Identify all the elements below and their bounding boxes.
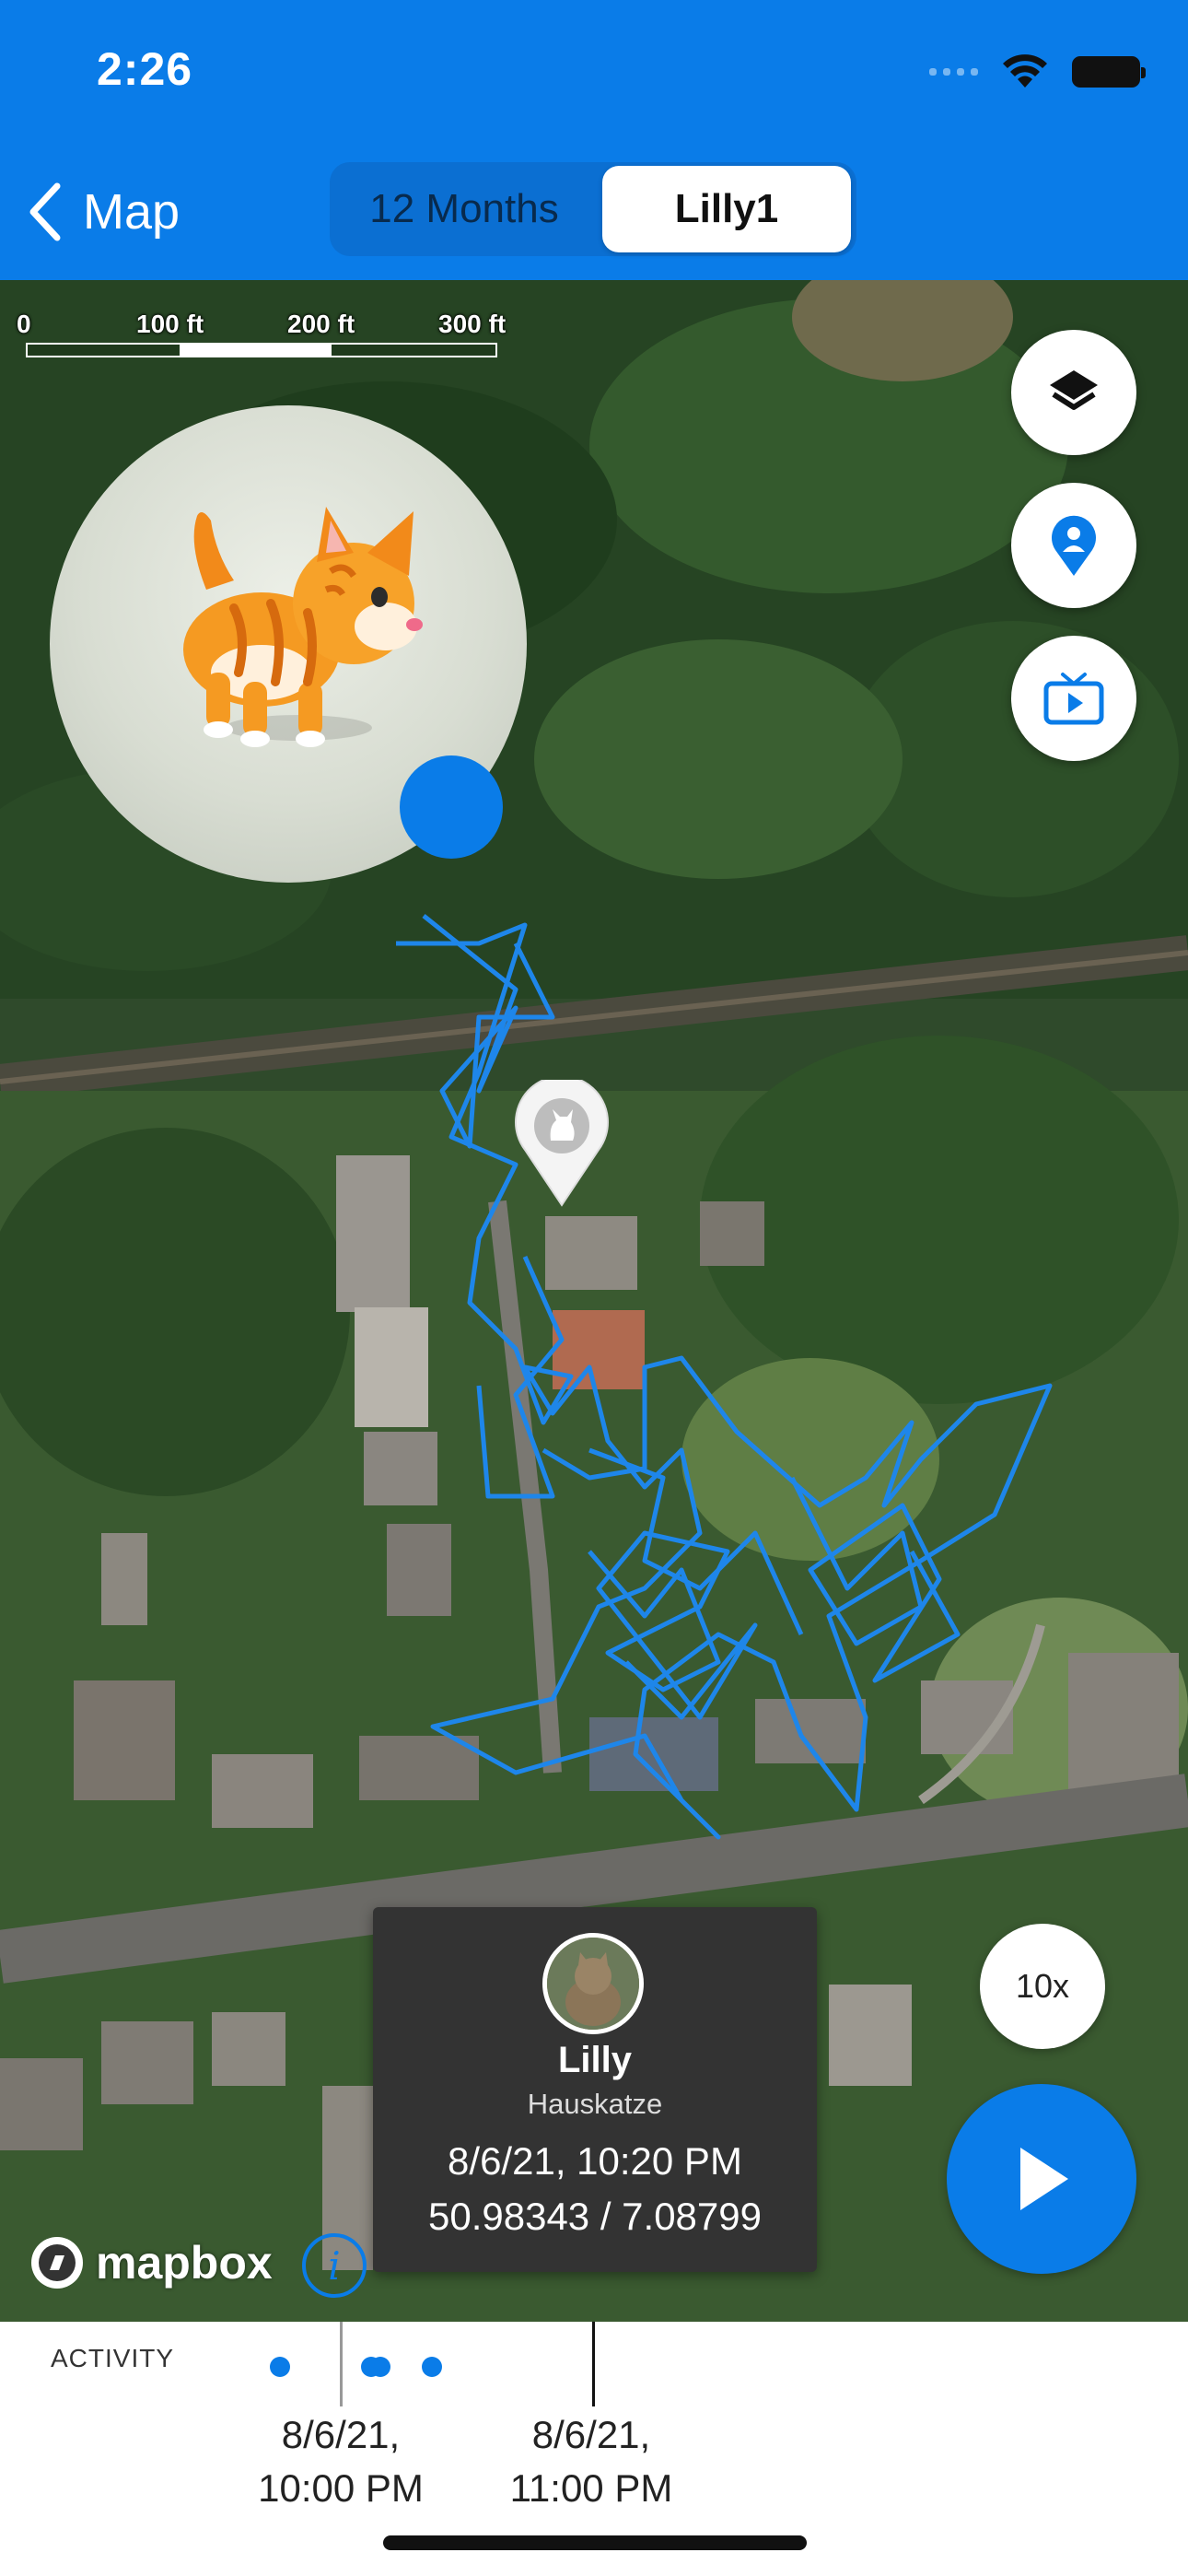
- tick-label-time: 11:00 PM: [509, 2466, 673, 2510]
- activity-label: ACTIVITY: [51, 2344, 175, 2372]
- pet-datetime: 8/6/21, 10:20 PM: [448, 2139, 742, 2183]
- pet-name: Lilly: [557, 2040, 633, 2080]
- map-scale-bar: 0 100 ft 200 ft 300 ft: [15, 310, 530, 365]
- pet-coordinates: 50.98343 / 7.08799: [427, 2195, 762, 2238]
- play-icon: [1020, 2148, 1068, 2210]
- tv-icon: [1043, 673, 1104, 725]
- segmented-control: 12 Months Lilly1: [330, 162, 856, 256]
- scale-label-0: 0: [17, 310, 31, 338]
- location-pin-icon: [1052, 515, 1096, 576]
- timeline-cursor[interactable]: [592, 2322, 595, 2406]
- layers-icon: [1050, 370, 1098, 410]
- layers-button[interactable]: [1011, 330, 1136, 455]
- locate-pet-button[interactable]: [1011, 483, 1136, 608]
- status-icons: [929, 53, 1146, 90]
- back-button[interactable]: Map: [26, 175, 180, 249]
- play-button[interactable]: [947, 2084, 1136, 2274]
- activity-dot: [370, 2357, 390, 2377]
- battery-icon: [1072, 56, 1146, 88]
- segment-lilly1[interactable]: Lilly1: [602, 166, 851, 252]
- scale-label-300: 300 ft: [438, 310, 507, 338]
- home-indicator: [383, 2535, 807, 2550]
- mapbox-wordmark: mapbox: [96, 2237, 273, 2289]
- pet-location-dot: [400, 755, 503, 859]
- activity-dot: [270, 2357, 290, 2377]
- timeline-tick-1000: [340, 2322, 343, 2406]
- segment-12-months[interactable]: 12 Months: [335, 166, 593, 252]
- pet-marker-pin-icon[interactable]: [512, 1080, 611, 1209]
- nav-header: 2:26 Map 12 Months Lilly1: [0, 0, 1188, 280]
- scale-label-200: 200 ft: [287, 310, 355, 338]
- tv-button[interactable]: [1011, 636, 1136, 761]
- scale-label-100: 100 ft: [136, 310, 204, 338]
- mapbox-logo: mapbox: [28, 2233, 273, 2292]
- back-label: Map: [83, 184, 181, 240]
- pet-kind: Hauskatze: [527, 2088, 663, 2120]
- cellular-signal-icon: [929, 68, 978, 76]
- status-time: 2:26: [97, 43, 193, 95]
- tick-label-date: 8/6/21,: [281, 2413, 401, 2456]
- tick-label-1100: 8/6/21, 11:00 PM: [481, 2408, 702, 2515]
- scale-bar-line: [26, 343, 497, 357]
- tick-label-time: 10:00 PM: [258, 2466, 424, 2510]
- pet-info-card[interactable]: Lilly Hauskatze 8/6/21, 10:20 PM 50.9834…: [373, 1907, 817, 2272]
- playback-speed-button[interactable]: 10x: [980, 1924, 1105, 2049]
- tick-label-1000: 8/6/21, 10:00 PM: [230, 2408, 451, 2515]
- pet-photo-avatar: [542, 1933, 644, 2034]
- mapbox-compass-icon: [31, 2237, 83, 2289]
- activity-dot: [422, 2357, 442, 2377]
- wifi-icon: [1003, 54, 1047, 88]
- attribution-info-button[interactable]: i: [302, 2233, 367, 2298]
- tick-label-date: 8/6/21,: [531, 2413, 651, 2456]
- chevron-left-icon: [29, 182, 61, 241]
